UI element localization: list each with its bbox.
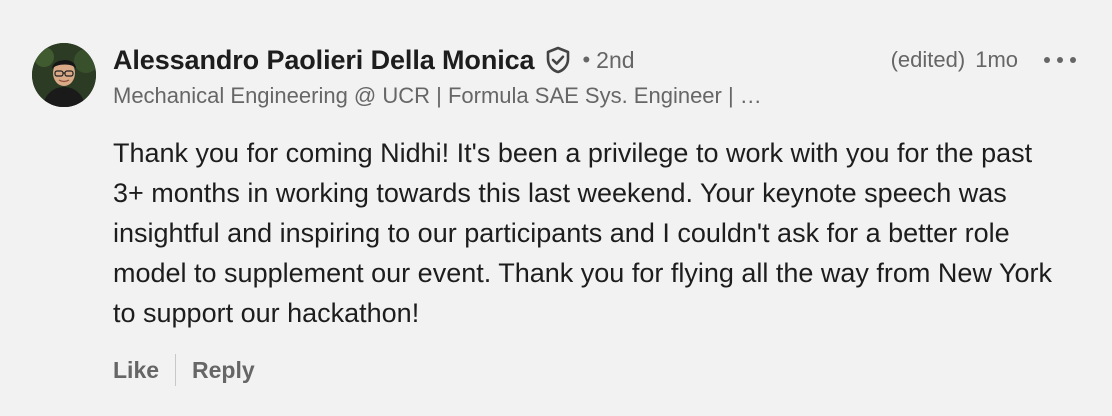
author-headline: Mechanical Engineering @ UCR | Formula S… xyxy=(113,83,762,108)
action-divider xyxy=(175,354,177,386)
separator-dot: • xyxy=(582,47,591,72)
avatar-photo xyxy=(32,43,96,107)
author-name[interactable]: Alessandro Paolieri Della Monica xyxy=(113,45,535,76)
like-button[interactable]: Like xyxy=(113,357,159,384)
comment-meta: (edited) 1mo xyxy=(891,44,1076,76)
comment-body: Thank you for coming Nidhi! It's been a … xyxy=(113,138,1052,328)
comment-card: Alessandro Paolieri Della Monica • 2nd (… xyxy=(0,0,1112,416)
comment-age: 1mo xyxy=(975,47,1018,72)
reply-button[interactable]: Reply xyxy=(192,357,255,384)
connection-degree: 2nd xyxy=(596,46,635,73)
shield-check-icon xyxy=(544,46,572,74)
more-horizontal-icon xyxy=(1057,57,1063,63)
comment-actions: Like Reply xyxy=(113,352,255,388)
more-horizontal-icon xyxy=(1070,57,1076,63)
more-options-button[interactable] xyxy=(1044,48,1076,72)
edited-label: (edited) xyxy=(890,47,966,72)
author-line: Alessandro Paolieri Della Monica • 2nd xyxy=(113,42,635,78)
author-avatar[interactable] xyxy=(32,43,96,107)
more-horizontal-icon xyxy=(1044,57,1050,63)
